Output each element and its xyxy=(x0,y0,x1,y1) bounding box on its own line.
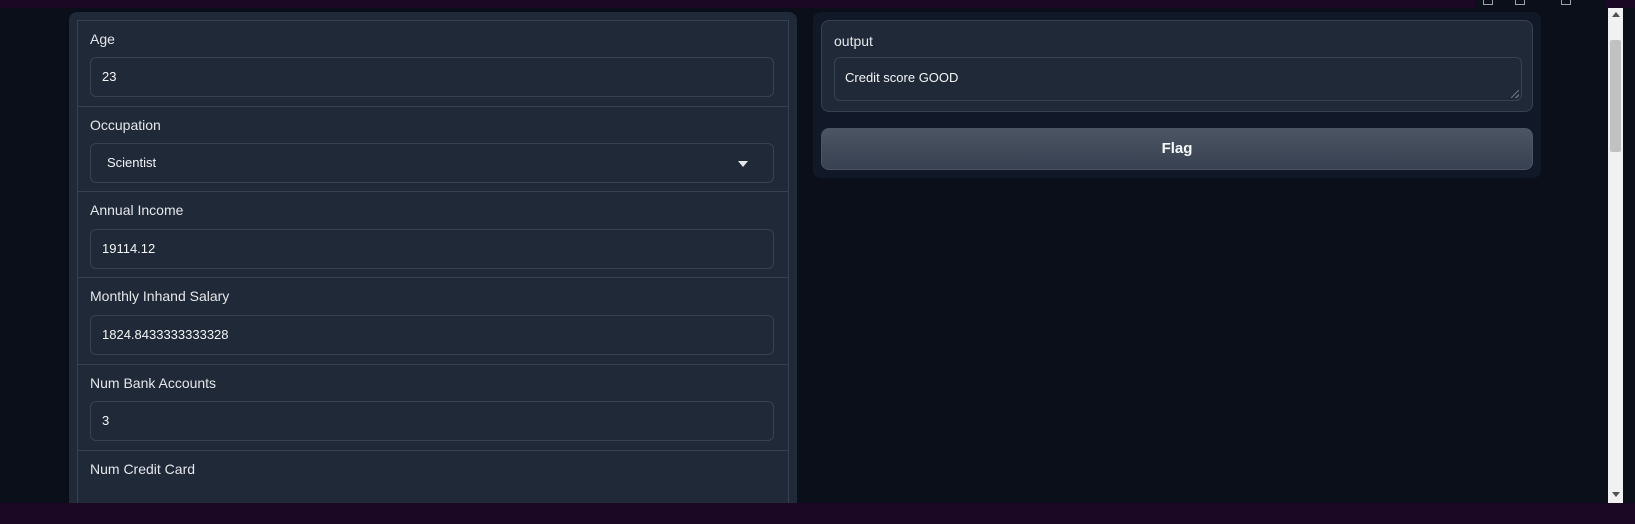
image-icon[interactable] xyxy=(1515,0,1525,5)
age-block: Age 23 xyxy=(77,20,789,108)
output-textbox[interactable]: Credit score GOOD xyxy=(834,57,1522,101)
monthly-inhand-salary-input[interactable]: 1824.8433333333328 xyxy=(90,315,774,355)
trash-icon[interactable] xyxy=(1561,0,1571,5)
num-bank-accounts-value: 3 xyxy=(102,413,110,428)
top-frame-bar xyxy=(0,0,1635,8)
monthly-inhand-salary-label: Monthly Inhand Salary xyxy=(90,288,230,304)
inputs-panel: Age 23 Occupation Scientist Annual Incom… xyxy=(69,12,797,503)
num-bank-accounts-label: Num Bank Accounts xyxy=(90,375,217,391)
num-credit-card-block: Num Credit Card xyxy=(77,450,789,503)
edit-icon[interactable] xyxy=(1483,0,1493,5)
main-content: Age 23 Occupation Scientist Annual Incom… xyxy=(0,8,1608,503)
scroll-up-icon[interactable] xyxy=(1612,12,1620,17)
dropdown-caret-icon[interactable] xyxy=(738,161,748,167)
age-input[interactable]: 23 xyxy=(90,57,774,97)
annual-income-block: Annual Income 19114.12 xyxy=(77,191,789,279)
annual-income-input[interactable]: 19114.12 xyxy=(90,229,774,269)
page-scrollbar[interactable] xyxy=(1608,8,1623,503)
scroll-down-icon[interactable] xyxy=(1612,492,1620,497)
num-bank-accounts-input[interactable]: 3 xyxy=(90,401,774,441)
monthly-inhand-salary-value: 1824.8433333333328 xyxy=(102,327,229,342)
occupation-value: Scientist xyxy=(107,155,157,170)
monthly-inhand-salary-block: Monthly Inhand Salary 1824.8433333333328 xyxy=(77,277,789,366)
output-value: Credit score GOOD xyxy=(845,70,959,85)
flag-button[interactable]: Flag xyxy=(821,128,1533,170)
output-panel: output Credit score GOOD Flag xyxy=(813,12,1541,178)
occupation-label: Occupation xyxy=(90,117,161,133)
num-credit-card-label: Num Credit Card xyxy=(90,461,196,477)
annual-income-label: Annual Income xyxy=(90,202,184,218)
age-value: 23 xyxy=(102,69,117,84)
age-label: Age xyxy=(90,31,115,47)
num-bank-accounts-block: Num Bank Accounts 3 xyxy=(77,364,789,452)
resize-handle-icon[interactable] xyxy=(1511,90,1519,98)
annual-income-value: 19114.12 xyxy=(102,241,156,256)
bottom-frame-bar xyxy=(0,503,1635,524)
occupation-block: Occupation Scientist xyxy=(77,106,789,193)
output-label: output xyxy=(834,33,873,49)
scrollbar-thumb[interactable] xyxy=(1610,40,1621,152)
toolbar-icons xyxy=(1475,0,1605,8)
occupation-dropdown[interactable]: Scientist xyxy=(90,143,774,183)
output-block: output Credit score GOOD xyxy=(821,20,1533,112)
